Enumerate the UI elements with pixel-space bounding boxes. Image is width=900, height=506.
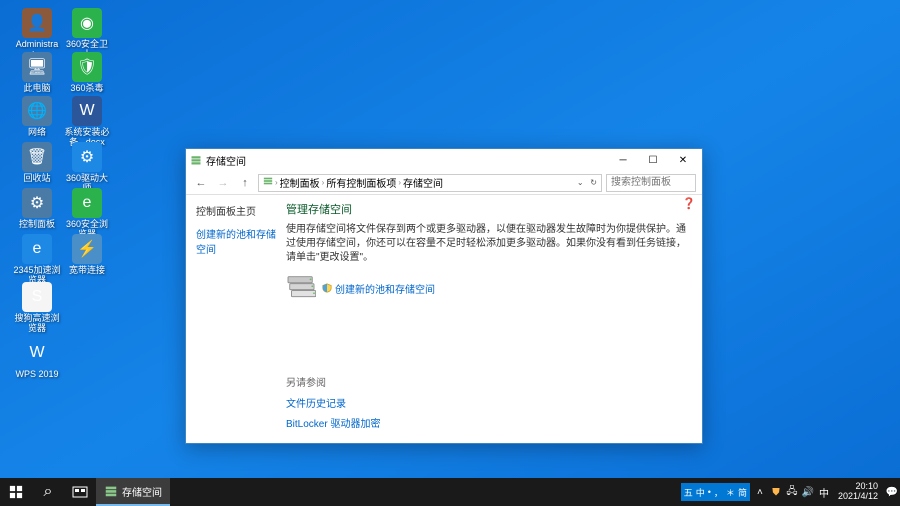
related-section: 另请参阅 文件历史记录 BitLocker 驱动器加密 xyxy=(286,374,380,435)
start-button[interactable] xyxy=(0,478,32,506)
ime-status-bar[interactable]: 五 中 • ， ＊ 简 xyxy=(681,483,750,501)
desktop-icon-label: 网络 xyxy=(28,128,46,138)
desktop-icon-label: 360杀毒 xyxy=(70,84,103,94)
app-icon: ⚙ xyxy=(22,188,52,218)
desktop-icon[interactable]: W系统安装必备...docx xyxy=(62,96,112,148)
taskbar-app-storage[interactable]: 存储空间 xyxy=(96,478,170,506)
create-pool-link[interactable]: 创建新的池和存储空间 xyxy=(335,281,435,296)
search-input[interactable] xyxy=(606,174,696,192)
app-icon: ⚡ xyxy=(72,234,102,264)
breadcrumb-item[interactable]: 存储空间 xyxy=(403,175,443,190)
breadcrumb-dropdown-icon[interactable]: ⌄ ↻ xyxy=(577,178,597,187)
address-bar: ← → ↑ › 控制面板 › 所有控制面板项 › 存储空间 ⌄ ↻ xyxy=(186,171,702,195)
breadcrumb-icon xyxy=(263,176,273,189)
app-icon: 👤 xyxy=(22,8,52,38)
desktop-icon-label: 控制面板 xyxy=(19,220,55,230)
action-center-icon[interactable]: 💬 xyxy=(884,478,900,506)
window-body: 控制面板主页 创建新的池和存储空间 ❓ 管理存储空间 使用存储空间将文件保存到两… xyxy=(186,195,702,443)
desktop-icon[interactable]: 🗑 回收站 xyxy=(12,142,62,184)
shield-icon xyxy=(322,283,332,293)
app-icon: W xyxy=(22,338,52,368)
desktop-icon[interactable]: 🖥 此电脑 xyxy=(12,52,62,94)
desktop-icon[interactable]: ⚡ 宽带连接 xyxy=(62,234,112,276)
app-icon: ⚙ xyxy=(72,142,102,172)
desktop-icon[interactable]: 🌐 网络 xyxy=(12,96,62,138)
page-description: 使用存储空间将文件保存到两个或更多驱动器，以便在驱动器发生故障时为你提供保护。通… xyxy=(286,223,690,265)
breadcrumb[interactable]: › 控制面板 › 所有控制面板项 › 存储空间 ⌄ ↻ xyxy=(258,174,602,192)
window-icon xyxy=(190,154,202,166)
main-action-row: 创建新的池和存储空间 xyxy=(286,275,690,301)
taskbar-app-label: 存储空间 xyxy=(122,484,162,499)
tray-shield-icon[interactable]: ⛊ xyxy=(768,478,784,506)
window-title: 存储空间 xyxy=(206,153,608,168)
desktop-icon[interactable]: ⚙ 控制面板 xyxy=(12,188,62,230)
forward-button[interactable]: → xyxy=(214,174,232,192)
app-icon: 🖥 xyxy=(22,52,52,82)
taskbar-clock[interactable]: 20:10 2021/4/12 xyxy=(832,482,884,502)
close-button[interactable]: ✕ xyxy=(668,150,698,170)
desktop-icon-label: 此电脑 xyxy=(23,84,50,94)
tray-volume-icon[interactable]: 🔊 xyxy=(800,478,816,506)
desktop-icon-label: 回收站 xyxy=(23,174,50,184)
taskbar: ⌕ 存储空间 五 中 • ， ＊ 简 ˄ ⛊ 🖧 🔊 中 20:10 2021/… xyxy=(0,478,900,506)
drives-icon xyxy=(286,275,316,301)
sidebar-create-pool-link[interactable]: 创建新的池和存储空间 xyxy=(196,226,276,256)
task-view-button[interactable] xyxy=(64,478,96,506)
related-bitlocker-link[interactable]: BitLocker 驱动器加密 xyxy=(286,415,380,430)
related-heading: 另请参阅 xyxy=(286,374,380,389)
minimize-button[interactable]: ─ xyxy=(608,150,638,170)
help-icon[interactable]: ❓ xyxy=(682,197,696,210)
app-icon: ◉ xyxy=(72,8,102,38)
tray-chevron-icon[interactable]: ˄ xyxy=(752,478,768,506)
app-icon: 🌐 xyxy=(22,96,52,126)
desktop-icon[interactable]: e360安全浏览器 xyxy=(62,188,112,240)
sidebar-home-link[interactable]: 控制面板主页 xyxy=(196,203,276,218)
up-button[interactable]: ↑ xyxy=(236,174,254,192)
maximize-button[interactable]: ☐ xyxy=(638,150,668,170)
search-button[interactable]: ⌕ xyxy=(32,478,64,506)
page-heading: 管理存储空间 xyxy=(286,201,690,217)
desktop-icon[interactable]: S搜狗高速浏览器 xyxy=(12,282,62,334)
desktop-icon[interactable]: e2345加速浏览器 xyxy=(12,234,62,286)
desktop-icon[interactable]: W WPS 2019 xyxy=(12,338,62,380)
app-icon: 🗑 xyxy=(22,142,52,172)
related-file-history-link[interactable]: 文件历史记录 xyxy=(286,395,380,410)
desktop-icon-label: 宽带连接 xyxy=(69,266,105,276)
breadcrumb-item[interactable]: 所有控制面板项 xyxy=(326,175,396,190)
app-icon: e xyxy=(72,188,102,218)
window-titlebar: 存储空间 ─ ☐ ✕ xyxy=(186,149,702,171)
app-icon: 🛡 xyxy=(72,52,102,82)
desktop-icon[interactable]: 🛡 360杀毒 xyxy=(62,52,112,94)
app-icon: e xyxy=(22,234,52,264)
main-content: ❓ 管理存储空间 使用存储空间将文件保存到两个或更多驱动器，以便在驱动器发生故障… xyxy=(286,195,702,443)
back-button[interactable]: ← xyxy=(192,174,210,192)
breadcrumb-item[interactable]: 控制面板 xyxy=(280,175,320,190)
desktop-icon-label: WPS 2019 xyxy=(15,370,58,380)
control-panel-window: 存储空间 ─ ☐ ✕ ← → ↑ › 控制面板 › 所有控制面板项 › 存储空间… xyxy=(185,148,703,444)
desktop-icon-label: 搜狗高速浏览器 xyxy=(12,314,62,334)
app-icon: W xyxy=(72,96,102,126)
tray-network-icon[interactable]: 🖧 xyxy=(784,478,800,506)
system-tray: 五 中 • ， ＊ 简 ˄ ⛊ 🖧 🔊 中 20:10 2021/4/12 💬 xyxy=(681,478,900,506)
tray-ime-icon[interactable]: 中 xyxy=(816,478,832,506)
desktop-icon[interactable]: ⚙360驱动大师 xyxy=(62,142,112,194)
app-icon: S xyxy=(22,282,52,312)
sidebar: 控制面板主页 创建新的池和存储空间 xyxy=(186,195,286,443)
